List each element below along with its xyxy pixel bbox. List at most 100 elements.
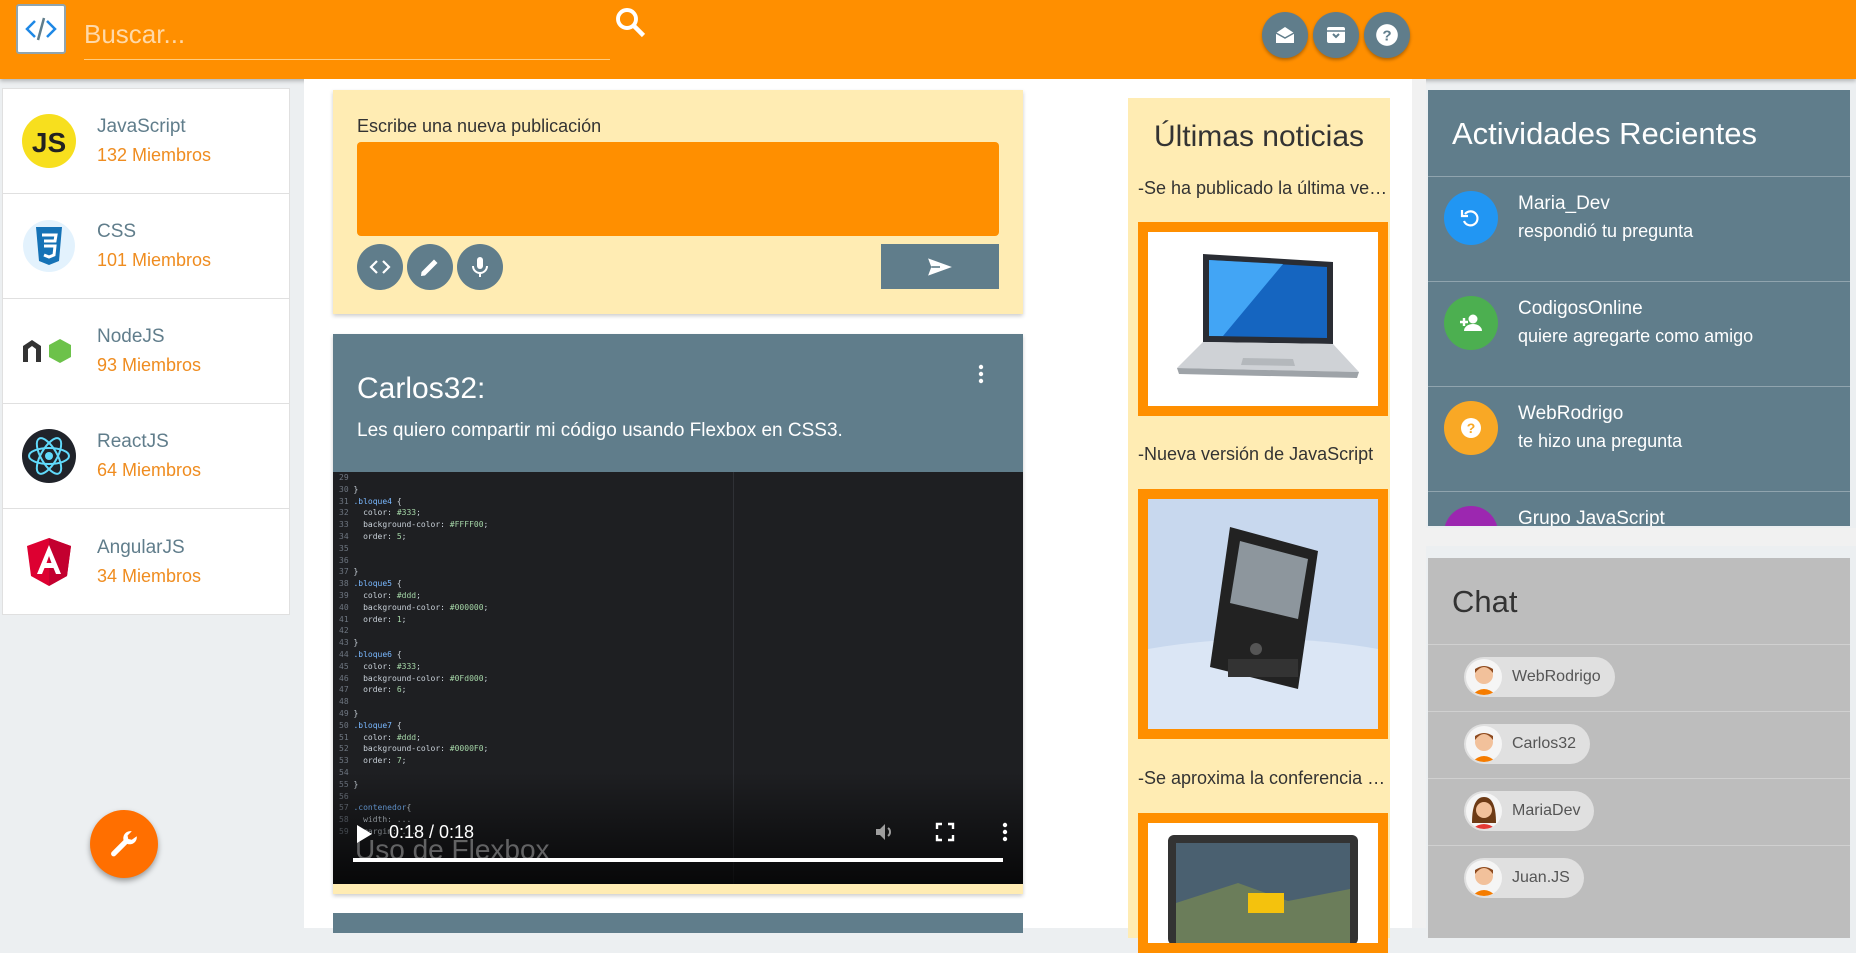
avatar xyxy=(1466,726,1502,762)
chat-chip[interactable]: Carlos32 xyxy=(1464,724,1591,764)
activity-desc: respondió tu pregunta xyxy=(1518,221,1694,241)
chat-chip[interactable]: MariaDev xyxy=(1464,791,1595,831)
chat-chip[interactable]: WebRodrigo xyxy=(1464,657,1615,697)
laptop-image[interactable] xyxy=(1138,222,1388,416)
svg-text:?: ? xyxy=(1467,420,1476,436)
question-icon: ? xyxy=(1444,401,1498,455)
vertical-scrollbar[interactable] xyxy=(1412,79,1426,928)
chat-user[interactable]: MariaDev xyxy=(1428,778,1850,845)
group-members: 101 Miembros xyxy=(97,250,212,270)
nodejs-logo-icon xyxy=(21,323,77,379)
news-item[interactable]: -Se ha publicado la última versión de La… xyxy=(1138,178,1388,199)
mail-icon xyxy=(1275,27,1295,43)
post-card: Carlos32: Les quiero compartir mi código… xyxy=(333,334,1023,894)
chat-user[interactable]: Juan.JS xyxy=(1428,845,1850,912)
archive-icon xyxy=(1327,27,1345,43)
chat-user-name: MariaDev xyxy=(1512,802,1581,819)
javascript-logo-icon: JS xyxy=(21,113,77,169)
chat-user[interactable]: Carlos32 xyxy=(1428,711,1850,778)
activity-user: CodigosOnline xyxy=(1518,298,1643,319)
group-reactjs[interactable]: ReactJS 64 Miembros xyxy=(3,404,289,509)
group-nodejs[interactable]: NodeJS 93 Miembros xyxy=(3,299,289,404)
group-members: 64 Miembros xyxy=(97,460,202,480)
activity-title: Actividades Recientes xyxy=(1452,116,1757,151)
angular-logo-icon xyxy=(21,534,77,590)
search-icon[interactable] xyxy=(612,4,648,40)
video-more-icon[interactable] xyxy=(993,820,1017,844)
add-friend-icon xyxy=(1444,296,1498,350)
chat-user-name: Juan.JS xyxy=(1512,869,1570,886)
activity-desc: te hizo una pregunta xyxy=(1518,431,1683,451)
compose-card: Escribe una nueva publicación xyxy=(333,90,1023,314)
activity-user: WebRodrigo xyxy=(1518,403,1624,424)
group-name: JavaScript xyxy=(97,116,186,137)
microphone-button[interactable] xyxy=(457,244,503,290)
reply-icon xyxy=(1444,191,1498,245)
horizontal-scrollbar[interactable] xyxy=(1418,528,1856,546)
chat-chip[interactable]: Juan.JS xyxy=(1464,858,1584,898)
activity-user: Maria_Dev xyxy=(1518,193,1610,214)
help-icon: ? xyxy=(1376,24,1398,46)
group-name: ReactJS xyxy=(97,431,169,452)
mail-button[interactable] xyxy=(1262,12,1308,58)
code-logo-icon[interactable] xyxy=(16,4,66,54)
chat-panel: Chat WebRodrigo Carlos32 MariaDev Juan.J… xyxy=(1428,558,1850,938)
group-name: NodeJS xyxy=(97,326,165,347)
news-item[interactable]: -Nueva versión de JavaScript xyxy=(1138,444,1388,465)
video-player[interactable]: 29 30 } 31 .bloque4 { 32 color: #333; 33… xyxy=(333,472,1023,884)
compose-label: Escribe una nueva publicación xyxy=(357,116,602,136)
avatar xyxy=(1466,860,1502,896)
next-post-card xyxy=(333,913,1023,933)
activity-user: Grupo JavaScript xyxy=(1518,508,1665,526)
group-css[interactable]: CSS 101 Miembros xyxy=(3,194,289,299)
search-input[interactable] xyxy=(84,10,610,60)
insert-code-button[interactable] xyxy=(357,244,403,290)
activity-item[interactable]: ? WebRodrigo te hizo una pregunta xyxy=(1428,386,1850,491)
post-author: Carlos32: xyxy=(357,372,486,405)
chat-user[interactable]: WebRodrigo xyxy=(1428,644,1850,711)
recent-activity-panel: Actividades Recientes Maria_Dev respondi… xyxy=(1428,90,1850,526)
activity-item[interactable]: Grupo JavaScript xyxy=(1428,491,1850,526)
compose-textarea[interactable] xyxy=(357,142,999,236)
top-bar: ? xyxy=(0,0,1856,79)
post-text: Les quiero compartir mi código usando Fl… xyxy=(357,420,843,441)
archive-button[interactable] xyxy=(1313,12,1359,58)
send-icon xyxy=(928,257,952,276)
phone-image[interactable] xyxy=(1138,489,1388,739)
group-javascript[interactable]: JS JavaScript 132 Miembros xyxy=(3,89,289,194)
svg-text:JS: JS xyxy=(32,127,66,158)
news-item[interactable]: -Se aproxima la conferencia de videojueg… xyxy=(1138,768,1388,789)
avatar xyxy=(1466,659,1502,695)
group-name: AngularJS xyxy=(97,536,185,558)
code-icon xyxy=(369,260,391,274)
group-icon xyxy=(1444,506,1498,526)
more-vert-icon[interactable] xyxy=(969,362,993,386)
send-button[interactable] xyxy=(881,244,999,289)
news-panel: Últimas noticias -Se ha publicado la últ… xyxy=(1128,98,1390,953)
group-members: 132 Miembros xyxy=(97,145,212,165)
post-header: Carlos32: Les quiero compartir mi código… xyxy=(333,334,1023,472)
video-progress-bar[interactable] xyxy=(353,858,1003,862)
activity-item[interactable]: CodigosOnline quiere agregarte como amig… xyxy=(1428,281,1850,386)
settings-fab-button[interactable] xyxy=(90,810,158,878)
microphone-icon xyxy=(472,257,488,277)
group-members: 93 Miembros xyxy=(97,355,202,375)
wrench-icon xyxy=(111,831,137,857)
chat-user-name: Carlos32 xyxy=(1512,735,1577,752)
help-button[interactable]: ? xyxy=(1364,12,1410,58)
news-title: Últimas noticias xyxy=(1153,120,1365,153)
game-image[interactable] xyxy=(1138,813,1388,953)
groups-list: JS JavaScript 132 Miembros CSS 101 Miemb… xyxy=(2,88,290,615)
css3-logo-icon xyxy=(21,218,77,274)
react-logo-icon xyxy=(21,428,77,484)
activity-desc: quiere agregarte como amigo xyxy=(1518,326,1754,346)
video-time: 0:18 / 0:18 xyxy=(389,822,475,842)
play-icon[interactable] xyxy=(355,824,373,844)
group-name: CSS xyxy=(97,221,137,242)
fullscreen-icon[interactable] xyxy=(933,820,957,844)
group-members: 34 Miembros xyxy=(97,565,202,586)
activity-item[interactable]: Maria_Dev respondió tu pregunta xyxy=(1428,176,1850,281)
group-angularjs[interactable]: AngularJS 34 Miembros xyxy=(3,509,289,614)
volume-icon[interactable] xyxy=(873,820,897,844)
edit-button[interactable] xyxy=(407,244,453,290)
